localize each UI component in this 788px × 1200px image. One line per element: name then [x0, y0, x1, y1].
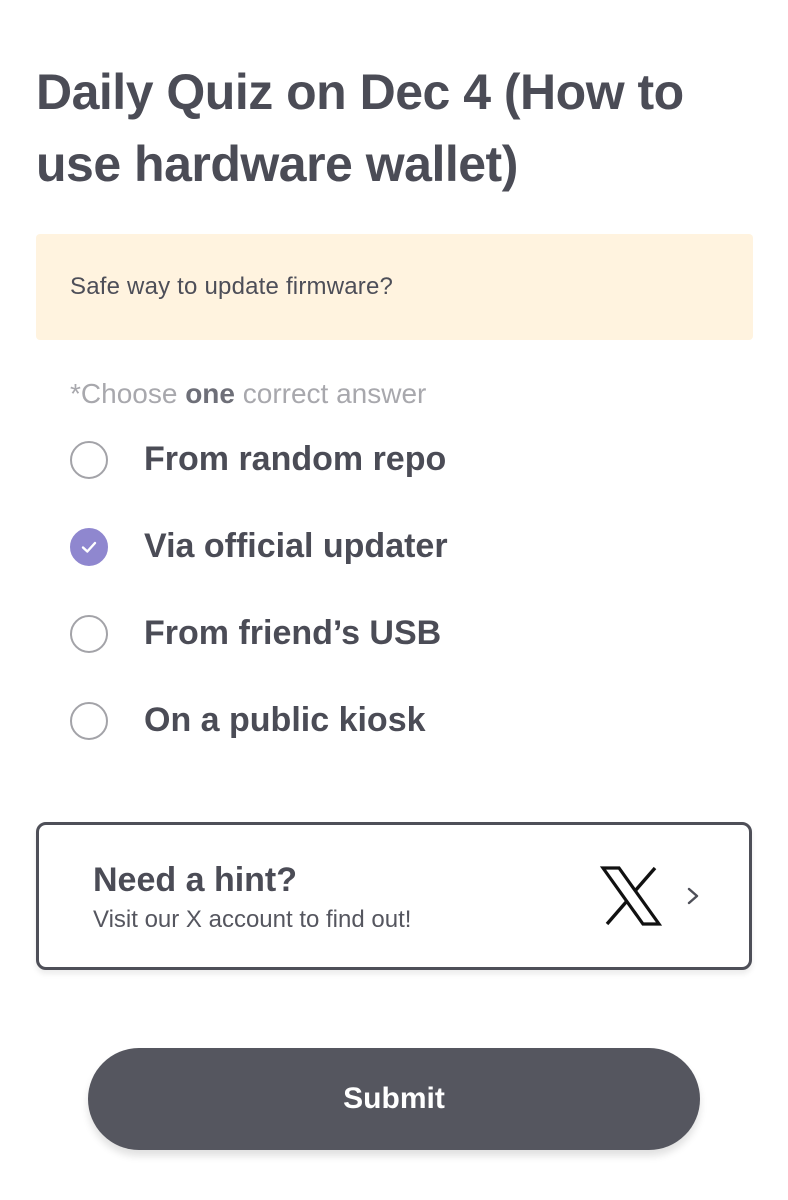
hint-text: Need a hint? Visit our X account to find…	[93, 858, 599, 934]
answer-option-4[interactable]: On a public kiosk	[70, 677, 730, 764]
submit-button-label: Submit	[343, 1082, 445, 1115]
instruction-emphasis: one	[185, 378, 235, 409]
radio-button-2-checked[interactable]	[70, 527, 108, 566]
instruction-prefix: *Choose	[70, 378, 186, 409]
radio-button-1[interactable]	[70, 440, 108, 479]
answer-option-label: From friend’s USB	[144, 614, 442, 652]
page-title: Daily Quiz on Dec 4 (How to use hardware…	[36, 64, 684, 192]
answer-option-1[interactable]: From random repo	[70, 416, 730, 503]
radio-button-4[interactable]	[70, 701, 108, 740]
answer-option-label: Via official updater	[144, 527, 448, 565]
hint-subtitle: Visit our X account to find out!	[93, 906, 412, 933]
question-text: Safe way to update firmware?	[70, 273, 394, 300]
answer-option-3[interactable]: From friend’s USB	[70, 590, 730, 677]
answer-option-label: On a public kiosk	[144, 701, 426, 739]
quiz-page: Daily Quiz on Dec 4 (How to use hardware…	[0, 0, 788, 1200]
hint-card[interactable]: Need a hint? Visit our X account to find…	[36, 822, 752, 970]
instruction-suffix: correct answer	[234, 378, 427, 409]
chevron-right-icon	[687, 887, 699, 905]
check-icon	[81, 541, 97, 553]
answer-instruction: *Choose one correct answer	[70, 378, 426, 410]
hint-title: Need a hint?	[93, 861, 298, 899]
answer-option-label: From random repo	[144, 440, 447, 478]
answer-options: From random repo Via official updater Fr…	[70, 416, 730, 764]
answer-option-2[interactable]: Via official updater	[70, 503, 730, 590]
x-logo-icon	[599, 866, 663, 926]
radio-button-3[interactable]	[70, 614, 108, 653]
submit-button[interactable]: Submit	[88, 1048, 700, 1150]
question-box: Safe way to update firmware?	[36, 234, 753, 340]
